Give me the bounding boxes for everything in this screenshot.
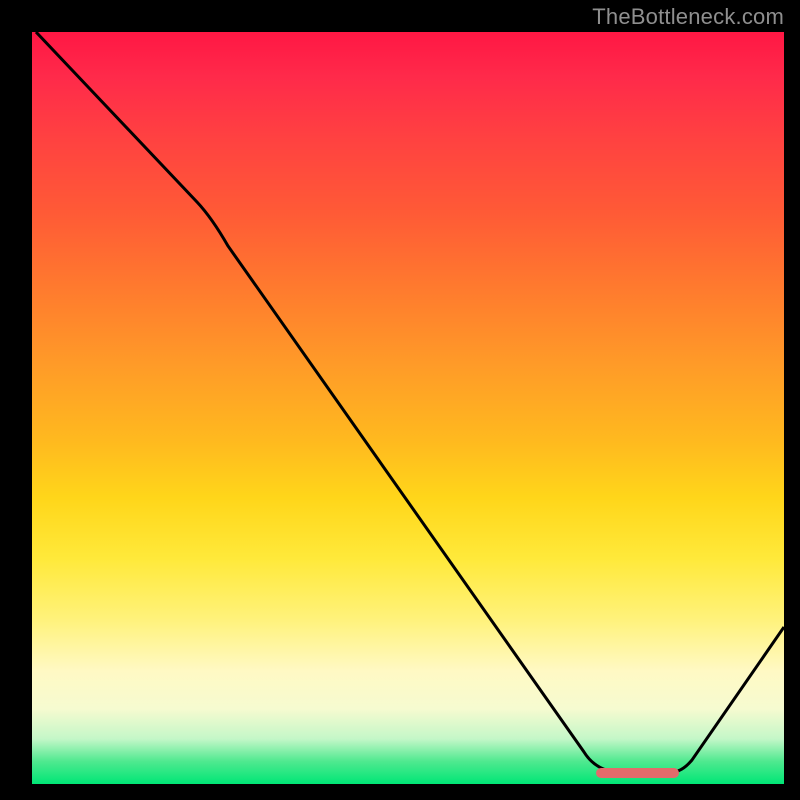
plot-area — [32, 32, 784, 784]
optimal-range-marker — [596, 768, 679, 778]
attribution-text: TheBottleneck.com — [592, 4, 784, 30]
chart-frame: TheBottleneck.com — [0, 0, 800, 800]
heat-gradient-background — [32, 32, 784, 784]
